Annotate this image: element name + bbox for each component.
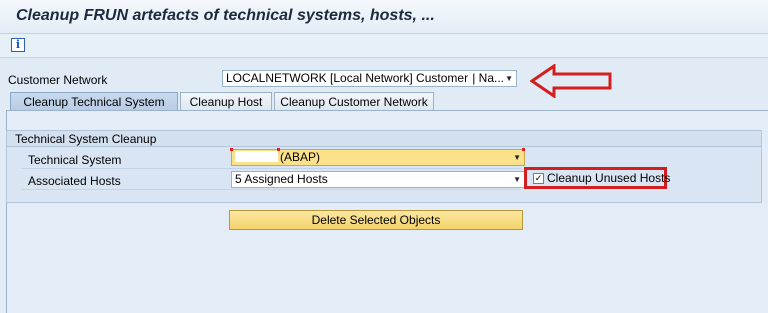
- row-divider: [21, 189, 521, 190]
- window-title: Cleanup FRUN artefacts of technical syst…: [16, 7, 435, 24]
- title-bar: Cleanup FRUN artefacts of technical syst…: [0, 0, 768, 34]
- technical-system-label: Technical System: [28, 153, 122, 167]
- tab-cleanup-customer-network[interactable]: Cleanup Customer Network: [274, 92, 434, 111]
- cleanup-unused-hosts-label[interactable]: Cleanup Unused Hosts: [547, 171, 670, 185]
- associated-hosts-label: Associated Hosts: [28, 174, 121, 188]
- cleanup-unused-hosts-highlight: ✓ Cleanup Unused Hosts: [524, 167, 670, 189]
- tab-cleanup-host[interactable]: Cleanup Host: [180, 92, 272, 111]
- tab-cleanup-technical-system[interactable]: Cleanup Technical System: [10, 92, 178, 111]
- chevron-down-icon[interactable]: ▼: [513, 150, 521, 165]
- technical-system-cleanup-group: Technical System Cleanup Technical Syste…: [6, 130, 762, 203]
- associated-hosts-value: 5 Assigned Hosts: [235, 172, 328, 186]
- customer-network-value-suffix: | Na...: [472, 71, 504, 85]
- main-content: Customer Network LOCALNETWORK [Local Net…: [0, 59, 768, 313]
- customer-network-label: Customer Network: [8, 73, 108, 87]
- chevron-down-icon[interactable]: ▼: [513, 172, 521, 187]
- group-title: Technical System Cleanup: [7, 131, 761, 147]
- red-arrow-annotation-icon: [530, 64, 612, 98]
- info-icon[interactable]: i: [11, 38, 25, 52]
- associated-hosts-dropdown[interactable]: 5 Assigned Hosts ▼: [231, 171, 525, 188]
- row-divider: [21, 168, 521, 169]
- redacted-value: [235, 151, 278, 162]
- required-marker: [230, 148, 233, 151]
- technical-system-value: (ABAP): [280, 150, 321, 164]
- delete-selected-objects-button[interactable]: Delete Selected Objects: [229, 210, 523, 230]
- chevron-down-icon[interactable]: ▼: [505, 71, 513, 86]
- cleanup-unused-hosts-checkbox[interactable]: ✓: [533, 173, 544, 184]
- required-marker: [522, 148, 525, 151]
- toolbar: i: [0, 34, 768, 58]
- customer-network-value: LOCALNETWORK [Local Network] Customer: [226, 71, 469, 85]
- technical-system-dropdown[interactable]: (ABAP) ▼: [231, 149, 525, 166]
- customer-network-dropdown[interactable]: LOCALNETWORK [Local Network] Customer | …: [222, 70, 517, 87]
- required-marker: [277, 148, 280, 151]
